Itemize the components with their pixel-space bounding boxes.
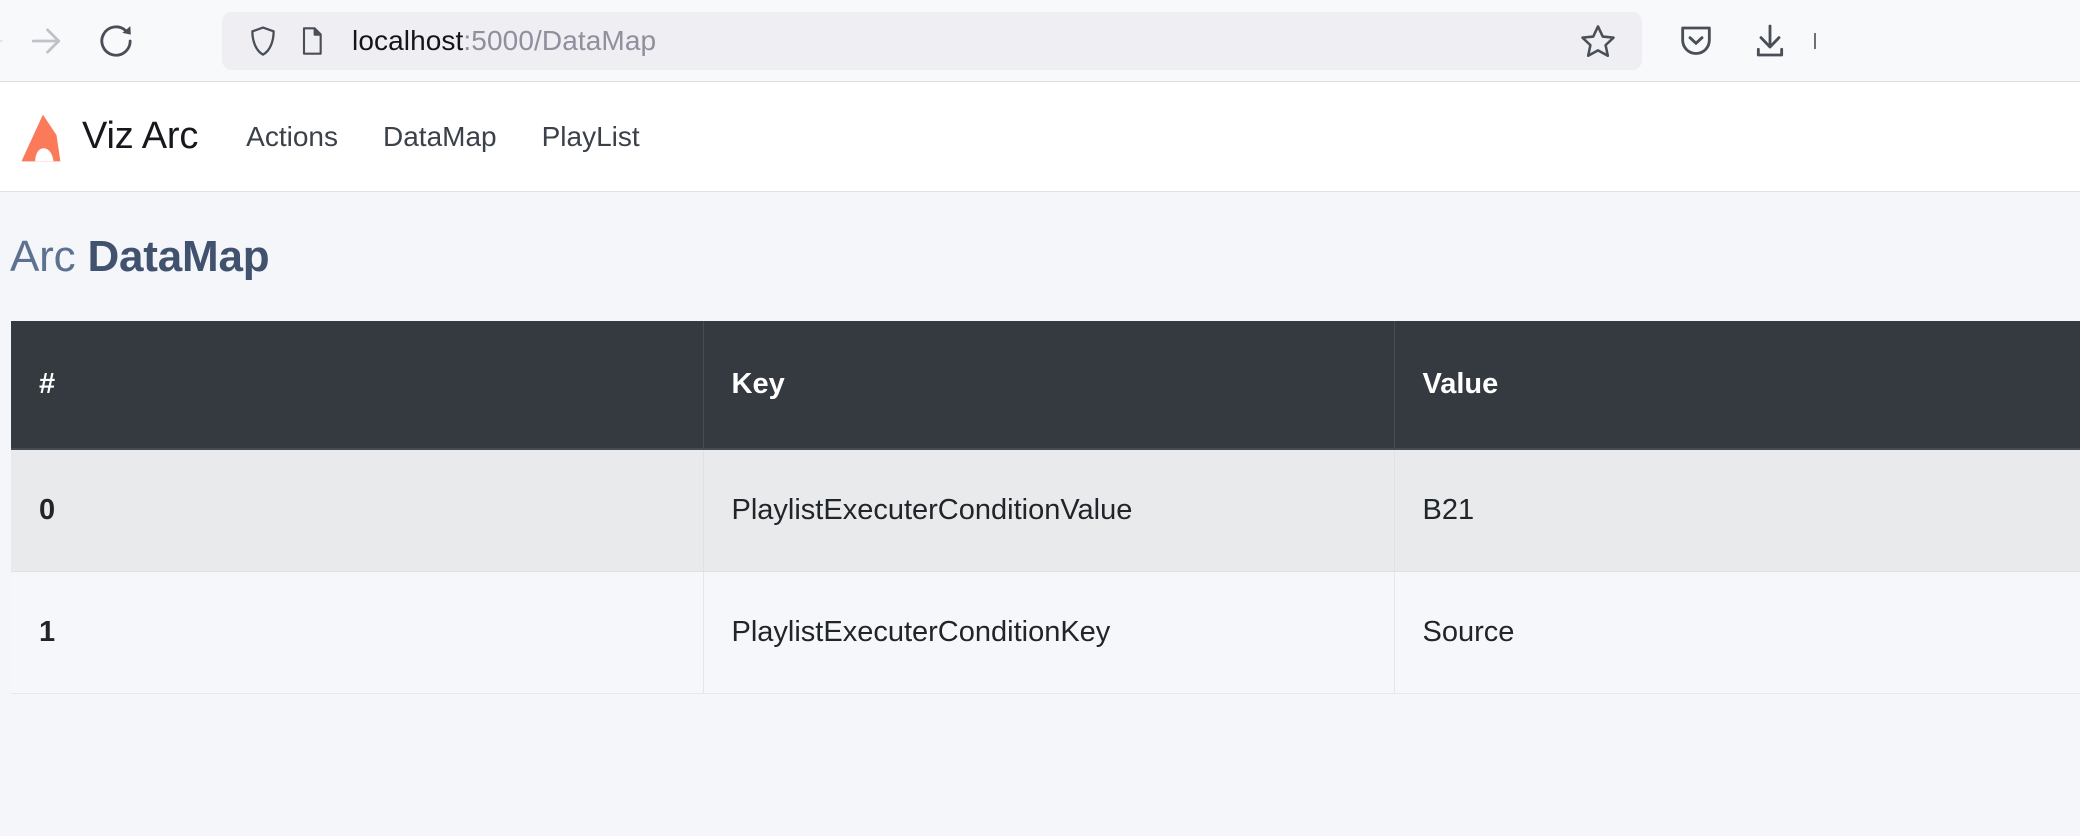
cell-key: PlaylistExecuterConditionValue	[703, 449, 1395, 572]
pocket-icon	[1681, 26, 1711, 55]
table-row[interactable]: 1 PlaylistExecuterConditionKey Source	[11, 571, 2080, 694]
browser-toolbar: localhost:5000/DataMap	[0, 0, 2080, 82]
downloads-button[interactable]	[1742, 13, 1798, 69]
table-header-row: # Key Value	[11, 321, 2080, 450]
column-header-value[interactable]: Value	[1394, 321, 2080, 450]
datamap-table: # Key Value 0 PlaylistExecuterConditionV…	[11, 321, 2080, 694]
toolbar-right-group	[1650, 13, 1822, 69]
brand-home-link[interactable]: Viz Arc	[10, 106, 198, 168]
reload-button[interactable]	[88, 13, 144, 69]
back-button[interactable]	[0, 13, 4, 69]
nav-link-datamap[interactable]: DataMap	[383, 121, 497, 153]
column-header-index[interactable]: #	[11, 321, 704, 450]
cell-index: 1	[11, 571, 704, 694]
download-icon	[1756, 24, 1784, 56]
address-bar[interactable]: localhost:5000/DataMap	[222, 11, 1642, 70]
arrow-left-icon	[0, 40, 3, 41]
arc-logo-shape	[21, 114, 61, 161]
reload-icon	[100, 25, 132, 57]
brand-name: Viz Arc	[82, 115, 199, 157]
cell-value: Source	[1394, 571, 2080, 694]
bookmark-star-icon[interactable]	[1570, 13, 1626, 69]
site-navbar: Viz Arc Actions DataMap PlayList	[0, 82, 2080, 192]
url-text: localhost:5000/DataMap	[352, 25, 1570, 57]
page-title: Arc DataMap	[0, 192, 2080, 282]
cell-value: B21	[1394, 449, 2080, 572]
table-row[interactable]: 0 PlaylistExecuterConditionValue B21	[11, 449, 2080, 572]
forward-button[interactable]	[18, 13, 74, 69]
table-head: # Key Value	[11, 321, 2080, 450]
cell-key: PlaylistExecuterConditionKey	[703, 571, 1395, 694]
cell-index: 0	[11, 449, 704, 572]
primary-nav: Actions DataMap PlayList	[246, 121, 640, 153]
url-host: localhost	[352, 24, 464, 56]
viz-arc-logo-icon	[10, 106, 72, 168]
nav-link-playlist[interactable]: PlayList	[542, 121, 640, 153]
nav-link-actions[interactable]: Actions	[246, 121, 338, 153]
page-document-icon[interactable]	[296, 25, 328, 57]
shield-icon[interactable]	[246, 24, 280, 58]
arrow-right-icon	[31, 27, 61, 54]
column-header-key[interactable]: Key	[703, 321, 1395, 450]
datamap-table-container: # Key Value 0 PlaylistExecuterConditionV…	[11, 321, 2080, 694]
page-title-prefix: Arc	[10, 232, 76, 281]
page-title-main: DataMap	[87, 232, 270, 281]
url-path: :5000/DataMap	[463, 24, 657, 56]
page-content: Arc DataMap # Key Value 0 PlaylistExecut…	[0, 192, 2080, 836]
toolbar-overflow-button[interactable]	[1814, 13, 1820, 69]
table-body: 0 PlaylistExecuterConditionValue B21 1 P…	[11, 449, 2080, 694]
pocket-button[interactable]	[1668, 13, 1724, 69]
